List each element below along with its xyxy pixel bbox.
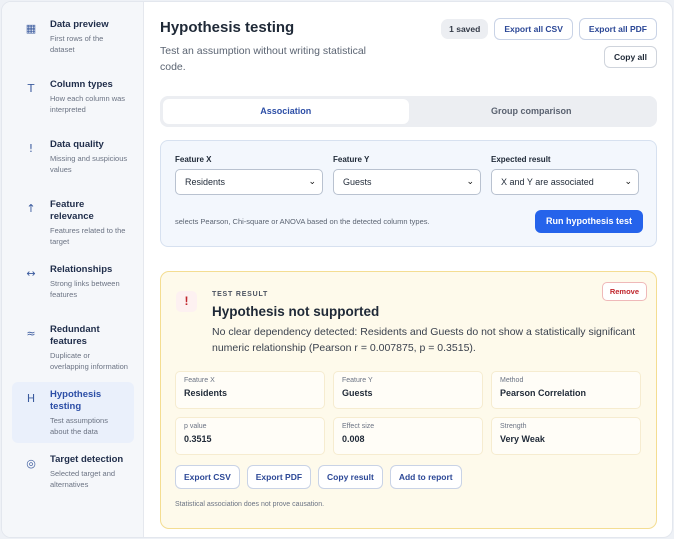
- result-description: No clear dependency detected: Residents …: [212, 326, 636, 354]
- sidebar-item-title: Column types: [50, 79, 113, 90]
- metric-value: Residents: [184, 388, 228, 398]
- metric-value: Guests: [342, 388, 373, 398]
- sidebar-item-desc: Test assumptions about the data: [50, 416, 108, 436]
- sidebar-item-title: Data quality: [50, 139, 104, 150]
- sidebar-item-title: Feature relevance: [50, 199, 94, 222]
- metric-label: Feature X: [184, 377, 215, 384]
- sidebar-item-desc: Strong links between features: [50, 279, 120, 299]
- table-icon: ▦: [25, 22, 37, 35]
- remove-result-button[interactable]: Remove: [601, 282, 647, 301]
- feature-x-value: Residents: [185, 177, 226, 187]
- expected-result-value: X and Y are associated: [501, 177, 594, 187]
- metric-method: Method Pearson Correlation: [491, 371, 641, 409]
- saved-count-badge: 1 saved: [441, 19, 489, 39]
- sidebar-item-title: Target detection: [50, 454, 124, 465]
- page-title: Hypothesis testing: [160, 19, 295, 36]
- hypothesis-form: Feature X Residents ⌄ Feature Y Guests ⌄…: [160, 140, 657, 247]
- copy-all-button[interactable]: Copy all: [603, 46, 657, 68]
- metric-feature-y: Feature Y Guests: [333, 371, 483, 409]
- exclamation-icon: !: [28, 142, 34, 155]
- page-header: Hypothesis testing Test an assumption wi…: [160, 18, 657, 75]
- expected-result-select[interactable]: X and Y are associated ⌄: [491, 169, 639, 195]
- expected-result-label: Expected result: [491, 155, 551, 164]
- metric-label: p value: [184, 423, 207, 430]
- export-all-csv-button[interactable]: Export all CSV: [494, 18, 573, 40]
- result-actions: Export CSV Export PDF Copy result Add to…: [175, 465, 642, 489]
- arrow-up-icon: ↑: [26, 202, 36, 215]
- feature-y-label: Feature Y: [333, 155, 370, 164]
- sidebar-item-relationships[interactable]: ↔ Relationships Strong links between feat…: [12, 257, 134, 313]
- metric-feature-x: Feature X Residents: [175, 371, 325, 409]
- sidebar-item-hypothesis-testing[interactable]: H Hypothesis testing Test assumptions abo…: [12, 382, 134, 443]
- add-to-report-button[interactable]: Add to report: [389, 465, 462, 489]
- sidebar-item-data-quality[interactable]: ! Data quality Missing and suspicious val…: [12, 132, 134, 188]
- sidebar-item-desc: Missing and suspicious values: [50, 154, 128, 174]
- metric-value: Pearson Correlation: [500, 388, 587, 398]
- copy-result-button[interactable]: Copy result: [318, 465, 383, 489]
- header-actions: 1 saved Export all CSV Export all PDF Co…: [441, 18, 657, 75]
- sidebar-item-title: Data preview: [50, 19, 109, 30]
- result-metrics: Feature X Residents Feature Y Guests Metho…: [175, 371, 642, 455]
- page-subtitle: Test an assumption without writing stati…: [160, 45, 367, 73]
- test-type-tabs: Association Group comparison: [160, 96, 657, 127]
- sidebar-item-title: Relationships: [50, 264, 113, 275]
- metric-value: Very Weak: [500, 434, 545, 444]
- export-pdf-button[interactable]: Export PDF: [246, 465, 312, 489]
- sidebar-item-desc: First rows of the dataset: [50, 34, 104, 54]
- sidebar-item-target-detection[interactable]: ◎ Target detection Selected target and al…: [12, 447, 134, 503]
- result-eyebrow: TEST RESULT: [212, 291, 269, 298]
- h-icon: H: [26, 392, 36, 405]
- sidebar-item-redundant-features[interactable]: ≈ Redundant features Duplicate or overlap…: [12, 317, 134, 378]
- metric-value: 0.008: [342, 434, 365, 444]
- run-hypothesis-test-button[interactable]: Run hypothesis test: [534, 210, 643, 233]
- metric-label: Feature Y: [342, 377, 373, 384]
- sidebar-item-title: Hypothesis testing: [50, 389, 102, 412]
- sidebar-item-column-types[interactable]: T Column types How each column was interp…: [12, 72, 134, 128]
- feature-x-select[interactable]: Residents ⌄: [175, 169, 323, 195]
- chevron-down-icon: ⌄: [466, 177, 474, 187]
- metric-label: Method: [500, 377, 524, 384]
- main-content: Hypothesis testing Test an assumption wi…: [144, 2, 672, 537]
- sidebar-item-desc: Features related to the target: [50, 226, 126, 246]
- metric-label: Effect size: [342, 423, 375, 430]
- tab-association[interactable]: Association: [163, 99, 409, 124]
- sidebar-item-feature-relevance[interactable]: ↑ Feature relevance Features related to t…: [12, 192, 134, 253]
- sidebar-item-desc: Selected target and alternatives: [50, 469, 116, 489]
- test-result-card: ! Remove TEST RESULT Hypothesis not supp…: [160, 271, 657, 529]
- metric-strength: Strength Very Weak: [491, 417, 641, 455]
- sidebar-item-desc: How each column was interpreted: [50, 94, 126, 114]
- chevron-down-icon: ⌄: [308, 177, 316, 187]
- feature-x-label: Feature X: [175, 155, 212, 164]
- sidebar-item-title: Redundant features: [50, 324, 100, 347]
- type-icon: T: [27, 82, 35, 95]
- tab-group-comparison[interactable]: Group comparison: [409, 99, 655, 124]
- causation-disclaimer: Statistical association does not prove c…: [175, 501, 325, 508]
- target-icon: ◎: [26, 457, 36, 470]
- chevron-down-icon: ⌄: [624, 177, 632, 187]
- feature-y-select[interactable]: Guests ⌄: [333, 169, 481, 195]
- export-csv-button[interactable]: Export CSV: [175, 465, 240, 489]
- feature-y-value: Guests: [343, 177, 372, 187]
- result-title: Hypothesis not supported: [212, 304, 380, 319]
- approx-icon: ≈: [26, 327, 36, 340]
- sidebar: ▦ Data preview First rows of the dataset …: [2, 2, 144, 537]
- metric-value: 0.3515: [184, 434, 212, 444]
- metric-label: Strength: [500, 423, 527, 430]
- metric-effect-size: Effect size 0.008: [333, 417, 483, 455]
- metric-p-value: p value 0.3515: [175, 417, 325, 455]
- sidebar-item-desc: Duplicate or overlapping information: [50, 351, 128, 371]
- double-arrow-icon: ↔: [26, 267, 36, 280]
- app-window: ▦ Data preview First rows of the dataset …: [1, 1, 673, 538]
- method-hint: selects Pearson, Chi-square or ANOVA bas…: [175, 217, 430, 226]
- alert-icon: !: [176, 291, 197, 312]
- sidebar-item-data-preview[interactable]: ▦ Data preview First rows of the dataset: [12, 12, 134, 68]
- export-all-pdf-button[interactable]: Export all PDF: [578, 18, 657, 40]
